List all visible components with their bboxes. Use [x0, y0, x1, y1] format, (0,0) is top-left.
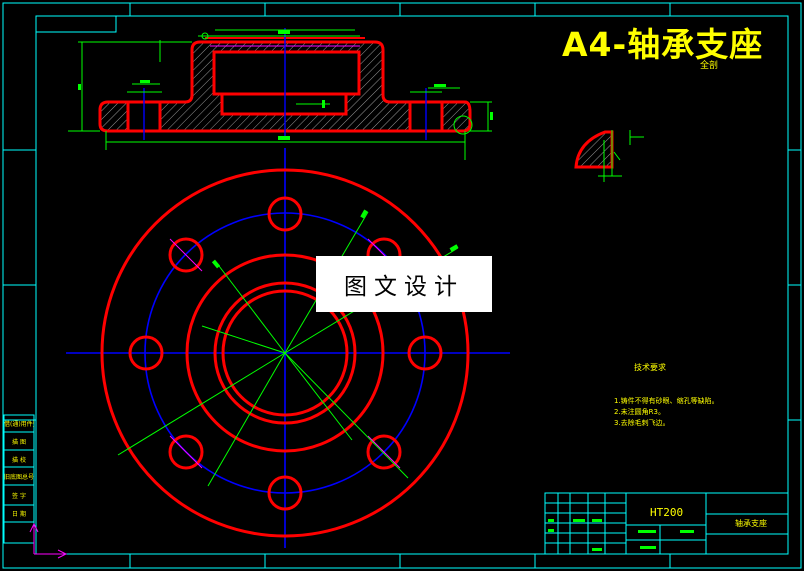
side-label: 描 校: [12, 457, 26, 464]
side-label: 旧底图总号: [4, 474, 34, 481]
side-label: 借(通)用件登记: [4, 421, 34, 428]
view-label: 全剖: [700, 61, 719, 71]
side-label: 日 期: [12, 511, 26, 518]
drawing-title: A4-轴承支座: [562, 25, 764, 64]
side-label: 描 图: [12, 439, 26, 446]
drawing-canvas: A4-轴承支座 全剖 图文设计 技术要求 1.铸件不得有砂眼、缩孔等缺陷。 2.…: [0, 0, 804, 571]
note-line: 1.铸件不得有砂眼、缩孔等缺陷。: [614, 397, 719, 405]
side-label: 签 字: [12, 493, 26, 500]
code-box: [35, 15, 117, 33]
notes-title: 技术要求: [634, 363, 666, 372]
material-label: HT200: [650, 506, 684, 519]
note-line: 2.未注圆角R3。: [614, 408, 665, 416]
ucs-icon: [29, 522, 68, 559]
detail-view: [574, 130, 644, 182]
bore: [212, 50, 361, 96]
plan-view: [66, 148, 510, 548]
note-line: 3.去除毛刺飞边。: [614, 419, 670, 427]
part-name-label: 轴承支座: [735, 519, 767, 528]
watermark: 图文设计: [316, 256, 492, 312]
